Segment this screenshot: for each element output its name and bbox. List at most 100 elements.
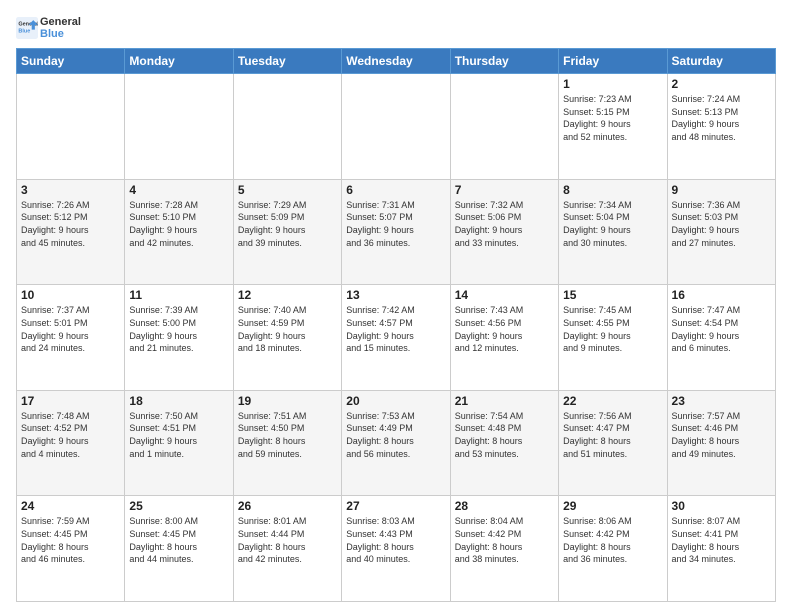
calendar-cell: 22Sunrise: 7:56 AM Sunset: 4:47 PM Dayli…: [559, 390, 667, 496]
day-info: Sunrise: 7:36 AM Sunset: 5:03 PM Dayligh…: [672, 199, 771, 249]
day-info: Sunrise: 7:48 AM Sunset: 4:52 PM Dayligh…: [21, 410, 120, 460]
day-info: Sunrise: 7:32 AM Sunset: 5:06 PM Dayligh…: [455, 199, 554, 249]
calendar-cell: 2Sunrise: 7:24 AM Sunset: 5:13 PM Daylig…: [667, 74, 775, 180]
day-number: 5: [238, 183, 337, 197]
weekday-header-saturday: Saturday: [667, 49, 775, 74]
weekday-header-monday: Monday: [125, 49, 233, 74]
calendar-cell: 16 Sunrise: 7:47 AM Sunset: 4:54 PM Dayli…: [667, 285, 775, 391]
day-number: 15: [563, 288, 662, 302]
calendar-cell: 28 Sunrise: 8:04 AM Sunset: 4:42 PM Dayli…: [450, 496, 558, 602]
calendar-cell: 12 Sunrise: 7:40 AM Sunset: 4:59 PM Dayli…: [233, 285, 341, 391]
calendar-cell: 10 Sunrise: 7:37 AM Sunset: 5:01 PM Dayli…: [17, 285, 125, 391]
day-info: Sunrise: 7:57 AM Sunset: 4:46 PM Dayligh…: [672, 410, 771, 460]
day-number: 1: [563, 77, 662, 91]
day-number: 21: [455, 394, 554, 408]
day-info: Sunrise: 7:23 AM Sunset: 5:15 PM Dayligh…: [563, 93, 662, 143]
day-info: Sunrise: 8:07 AM Sunset: 4:41 PM Dayligh…: [672, 515, 771, 565]
calendar-cell: 18Sunrise: 7:50 AM Sunset: 4:51 PM Dayli…: [125, 390, 233, 496]
calendar-cell: 9 Sunrise: 7:36 AM Sunset: 5:03 PM Daylig…: [667, 179, 775, 285]
calendar-cell: 8 Sunrise: 7:34 AM Sunset: 5:04 PM Daylig…: [559, 179, 667, 285]
day-number: 26: [238, 499, 337, 513]
calendar-cell: 27 Sunrise: 8:03 AM Sunset: 4:43 PM Dayli…: [342, 496, 450, 602]
header: General Blue General Blue: [16, 16, 776, 40]
svg-text:Blue: Blue: [18, 29, 30, 35]
calendar-cell: [342, 74, 450, 180]
day-number: 20: [346, 394, 445, 408]
day-number: 11: [129, 288, 228, 302]
calendar-week-row: 1 Sunrise: 7:23 AM Sunset: 5:15 PM Daylig…: [17, 74, 776, 180]
weekday-header-tuesday: Tuesday: [233, 49, 341, 74]
day-info: Sunrise: 7:34 AM Sunset: 5:04 PM Dayligh…: [563, 199, 662, 249]
day-number: 8: [563, 183, 662, 197]
calendar-cell: 20 Sunrise: 7:53 AM Sunset: 4:49 PM Dayli…: [342, 390, 450, 496]
calendar-cell: 24 Sunrise: 7:59 AM Sunset: 4:45 PM Dayli…: [17, 496, 125, 602]
calendar-cell: 4Sunrise: 7:28 AM Sunset: 5:10 PM Daylig…: [125, 179, 233, 285]
day-info: Sunrise: 8:01 AM Sunset: 4:44 PM Dayligh…: [238, 515, 337, 565]
calendar-cell: [450, 74, 558, 180]
day-number: 3: [21, 183, 120, 197]
day-number: 23: [672, 394, 771, 408]
weekday-header-thursday: Thursday: [450, 49, 558, 74]
calendar-cell: 30Sunrise: 8:07 AM Sunset: 4:41 PM Dayli…: [667, 496, 775, 602]
day-info: Sunrise: 7:47 AM Sunset: 4:54 PM Dayligh…: [672, 304, 771, 354]
weekday-header-wednesday: Wednesday: [342, 49, 450, 74]
calendar-header-row: SundayMondayTuesdayWednesdayThursdayFrid…: [17, 49, 776, 74]
weekday-header-sunday: Sunday: [17, 49, 125, 74]
calendar-cell: [233, 74, 341, 180]
day-number: 4: [129, 183, 228, 197]
day-number: 14: [455, 288, 554, 302]
day-number: 9: [672, 183, 771, 197]
day-info: Sunrise: 7:42 AM Sunset: 4:57 PM Dayligh…: [346, 304, 445, 354]
calendar-week-row: 24 Sunrise: 7:59 AM Sunset: 4:45 PM Dayli…: [17, 496, 776, 602]
day-info: Sunrise: 7:51 AM Sunset: 4:50 PM Dayligh…: [238, 410, 337, 460]
day-number: 24: [21, 499, 120, 513]
calendar-cell: 17 Sunrise: 7:48 AM Sunset: 4:52 PM Dayli…: [17, 390, 125, 496]
day-info: Sunrise: 7:43 AM Sunset: 4:56 PM Dayligh…: [455, 304, 554, 354]
day-number: 13: [346, 288, 445, 302]
day-info: Sunrise: 7:45 AM Sunset: 4:55 PM Dayligh…: [563, 304, 662, 354]
day-info: Sunrise: 7:24 AM Sunset: 5:13 PM Dayligh…: [672, 93, 771, 143]
calendar-cell: 14 Sunrise: 7:43 AM Sunset: 4:56 PM Dayli…: [450, 285, 558, 391]
day-number: 12: [238, 288, 337, 302]
day-number: 7: [455, 183, 554, 197]
day-number: 27: [346, 499, 445, 513]
day-info: Sunrise: 7:50 AM Sunset: 4:51 PM Dayligh…: [129, 410, 228, 460]
calendar-cell: 11Sunrise: 7:39 AM Sunset: 5:00 PM Dayli…: [125, 285, 233, 391]
logo-text-general: General: [40, 16, 81, 28]
day-number: 28: [455, 499, 554, 513]
day-info: Sunrise: 7:59 AM Sunset: 4:45 PM Dayligh…: [21, 515, 120, 565]
calendar-cell: 7 Sunrise: 7:32 AM Sunset: 5:06 PM Daylig…: [450, 179, 558, 285]
logo: General Blue General Blue: [16, 16, 81, 40]
day-number: 17: [21, 394, 120, 408]
day-number: 6: [346, 183, 445, 197]
page: General Blue General Blue SundayMondayTu…: [0, 0, 792, 612]
calendar-cell: 25Sunrise: 8:00 AM Sunset: 4:45 PM Dayli…: [125, 496, 233, 602]
day-info: Sunrise: 8:04 AM Sunset: 4:42 PM Dayligh…: [455, 515, 554, 565]
day-info: Sunrise: 7:54 AM Sunset: 4:48 PM Dayligh…: [455, 410, 554, 460]
day-number: 25: [129, 499, 228, 513]
calendar-cell: 29Sunrise: 8:06 AM Sunset: 4:42 PM Dayli…: [559, 496, 667, 602]
calendar-cell: 21 Sunrise: 7:54 AM Sunset: 4:48 PM Dayli…: [450, 390, 558, 496]
day-info: Sunrise: 7:29 AM Sunset: 5:09 PM Dayligh…: [238, 199, 337, 249]
day-info: Sunrise: 7:40 AM Sunset: 4:59 PM Dayligh…: [238, 304, 337, 354]
calendar-cell: [17, 74, 125, 180]
calendar-table: SundayMondayTuesdayWednesdayThursdayFrid…: [16, 48, 776, 602]
calendar-cell: 15 Sunrise: 7:45 AM Sunset: 4:55 PM Dayli…: [559, 285, 667, 391]
day-info: Sunrise: 8:03 AM Sunset: 4:43 PM Dayligh…: [346, 515, 445, 565]
day-number: 22: [563, 394, 662, 408]
day-info: Sunrise: 7:37 AM Sunset: 5:01 PM Dayligh…: [21, 304, 120, 354]
calendar-cell: 19Sunrise: 7:51 AM Sunset: 4:50 PM Dayli…: [233, 390, 341, 496]
day-info: Sunrise: 7:26 AM Sunset: 5:12 PM Dayligh…: [21, 199, 120, 249]
logo-icon: General Blue: [16, 17, 38, 39]
day-number: 16: [672, 288, 771, 302]
calendar-cell: 5 Sunrise: 7:29 AM Sunset: 5:09 PM Daylig…: [233, 179, 341, 285]
calendar-week-row: 10 Sunrise: 7:37 AM Sunset: 5:01 PM Dayli…: [17, 285, 776, 391]
weekday-header-friday: Friday: [559, 49, 667, 74]
day-number: 10: [21, 288, 120, 302]
calendar-cell: 13 Sunrise: 7:42 AM Sunset: 4:57 PM Dayli…: [342, 285, 450, 391]
day-info: Sunrise: 7:31 AM Sunset: 5:07 PM Dayligh…: [346, 199, 445, 249]
calendar-cell: 23 Sunrise: 7:57 AM Sunset: 4:46 PM Dayli…: [667, 390, 775, 496]
calendar-cell: 26 Sunrise: 8:01 AM Sunset: 4:44 PM Dayli…: [233, 496, 341, 602]
calendar-cell: 3 Sunrise: 7:26 AM Sunset: 5:12 PM Daylig…: [17, 179, 125, 285]
day-info: Sunrise: 7:53 AM Sunset: 4:49 PM Dayligh…: [346, 410, 445, 460]
